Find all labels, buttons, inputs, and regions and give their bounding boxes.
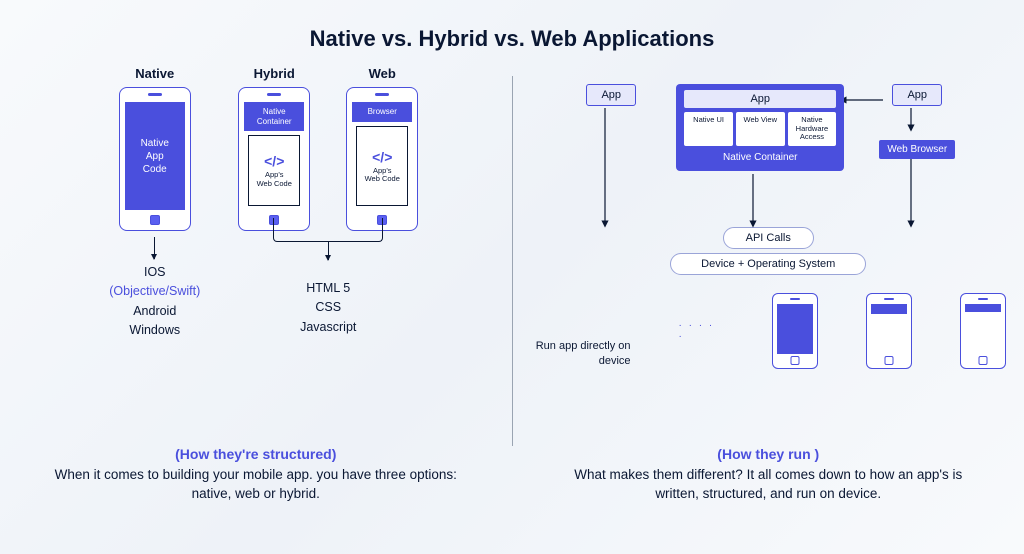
native-tech-windows: Windows [109, 321, 200, 340]
web-tech-html: HTML 5 [300, 279, 356, 298]
cell-native-ui: Native UI [684, 112, 733, 146]
hybrid-body-label: App's Web Code [257, 171, 292, 188]
web-body-label: App's Web Code [365, 167, 400, 184]
arrow-down-icon [154, 237, 155, 259]
hybrid-web-group: Hybrid Native Container </> App's Web Co… [238, 66, 418, 341]
web-tech-js: Javascript [300, 318, 356, 337]
container-label: Native Container [723, 152, 797, 163]
code-icon: </> [372, 149, 392, 165]
arrow-down-icon [328, 242, 329, 260]
code-icon: </> [264, 153, 284, 169]
container-app-chip: App [684, 90, 836, 108]
web-browser-chip: Web Browser [879, 140, 955, 159]
native-tech-list: IOS (Objective/Swift) Android Windows [109, 263, 200, 341]
hybrid-phone: Native Container </> App's Web Code [238, 87, 310, 231]
hybrid-header: Native Container [244, 102, 304, 131]
device-os-pill: Device + Operating System [670, 253, 866, 275]
native-screen-text: Native App Code [125, 102, 185, 210]
mini-phone-hybrid [866, 293, 912, 369]
native-container-box: App Native UI Web View Native Hardware A… [676, 84, 844, 171]
native-tech-ios: IOS [109, 263, 200, 282]
left-panel: Native Native App Code IOS (Objective/Sw… [0, 66, 512, 526]
web-tech-css: CSS [300, 298, 356, 317]
native-tech-android: Android [109, 302, 200, 321]
cell-web-view: Web View [736, 112, 785, 146]
dots-icon: · · · · · [679, 320, 725, 342]
hybrid-group: Hybrid Native Container </> App's Web Co… [238, 66, 310, 231]
run-label: Run app directly on device [531, 339, 631, 369]
web-group: Web Browser </> App's Web Code [346, 66, 418, 231]
connector-line [273, 218, 383, 242]
api-calls-pill: API Calls [723, 227, 814, 249]
native-label: Native [135, 66, 174, 81]
left-footer: (How they're structured) When it comes t… [0, 446, 512, 504]
app-chip-right: App [892, 84, 942, 106]
right-footer: (How they run ) What makes them differen… [513, 446, 1024, 504]
columns: Native Native App Code IOS (Objective/Sw… [0, 66, 1024, 526]
web-header: Browser [352, 102, 412, 122]
page-title: Native vs. Hybrid vs. Web Applications [0, 0, 1024, 66]
left-subhead: (How they're structured) [40, 446, 472, 462]
native-phone: Native App Code [119, 87, 191, 231]
mini-phone-native [772, 293, 818, 369]
web-tech-list: HTML 5 CSS Javascript [300, 279, 356, 337]
mini-phone-web [960, 293, 1006, 369]
right-panel: App App Native UI Web View Native Hardwa… [513, 66, 1024, 526]
cell-hardware: Native Hardware Access [788, 112, 837, 146]
web-label: Web [369, 66, 396, 81]
left-body-text: When it comes to building your mobile ap… [40, 466, 472, 504]
web-phone: Browser </> App's Web Code [346, 87, 418, 231]
right-subhead: (How they run ) [553, 446, 985, 462]
app-chip-left: App [586, 84, 636, 106]
native-tech-objc: (Objective/Swift) [109, 282, 200, 301]
native-group: Native Native App Code IOS (Objective/Sw… [109, 66, 200, 341]
hybrid-label: Hybrid [254, 66, 295, 81]
right-body-text: What makes them different? It all comes … [553, 466, 985, 504]
